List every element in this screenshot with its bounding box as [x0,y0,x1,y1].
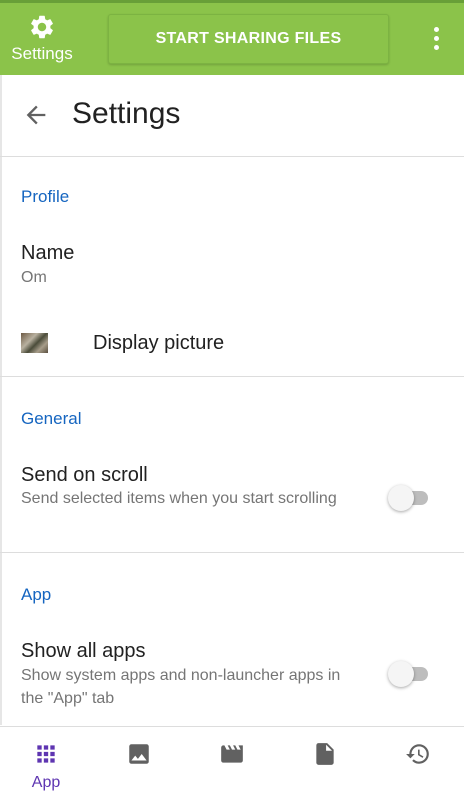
settings-tab-label: Settings [11,44,73,63]
file-icon [316,743,334,765]
display-picture-label: Display picture [93,332,225,354]
arrow-back-icon[interactable] [22,101,50,129]
nav-item-app-label: App [31,774,61,791]
name-setting-title: Name [21,242,75,264]
send-on-scroll-toggle[interactable] [388,484,430,512]
nav-item-history[interactable] [372,727,464,800]
divider [0,552,464,553]
divider [0,376,464,377]
apps-grid-icon [37,745,55,763]
panel-left-border [0,75,2,725]
video-icon [221,745,243,763]
image-icon [129,744,149,764]
nav-item-videos[interactable] [186,727,278,800]
gear-icon [31,15,53,39]
start-sharing-files-button[interactable]: START SHARING FILES [108,14,389,64]
history-icon [406,744,429,764]
settings-tab[interactable]: Settings [0,0,84,75]
settings-header: Settings [0,75,464,157]
top-app-bar: Settings START SHARING FILES [0,0,464,75]
show-all-apps-title: Show all apps [21,640,146,662]
send-on-scroll-title: Send on scroll [21,464,148,486]
page-title: Settings [72,97,181,130]
name-setting-value: Om [21,269,47,286]
display-picture-thumbnail [21,333,48,353]
send-on-scroll-description: Send selected items when you start scrol… [21,490,337,507]
section-title-profile: Profile [21,187,70,206]
nav-item-files[interactable] [279,727,371,800]
nav-item-app[interactable]: App [0,727,92,800]
section-title-app: App [21,585,52,604]
show-all-apps-description: Show system apps and non-launcher apps i… [21,667,341,707]
section-title-general: General [21,409,82,428]
more-vertical-icon[interactable] [424,20,448,56]
nav-item-images[interactable] [93,727,185,800]
bottom-navigation: App [0,726,464,800]
show-all-apps-toggle[interactable] [388,660,430,688]
